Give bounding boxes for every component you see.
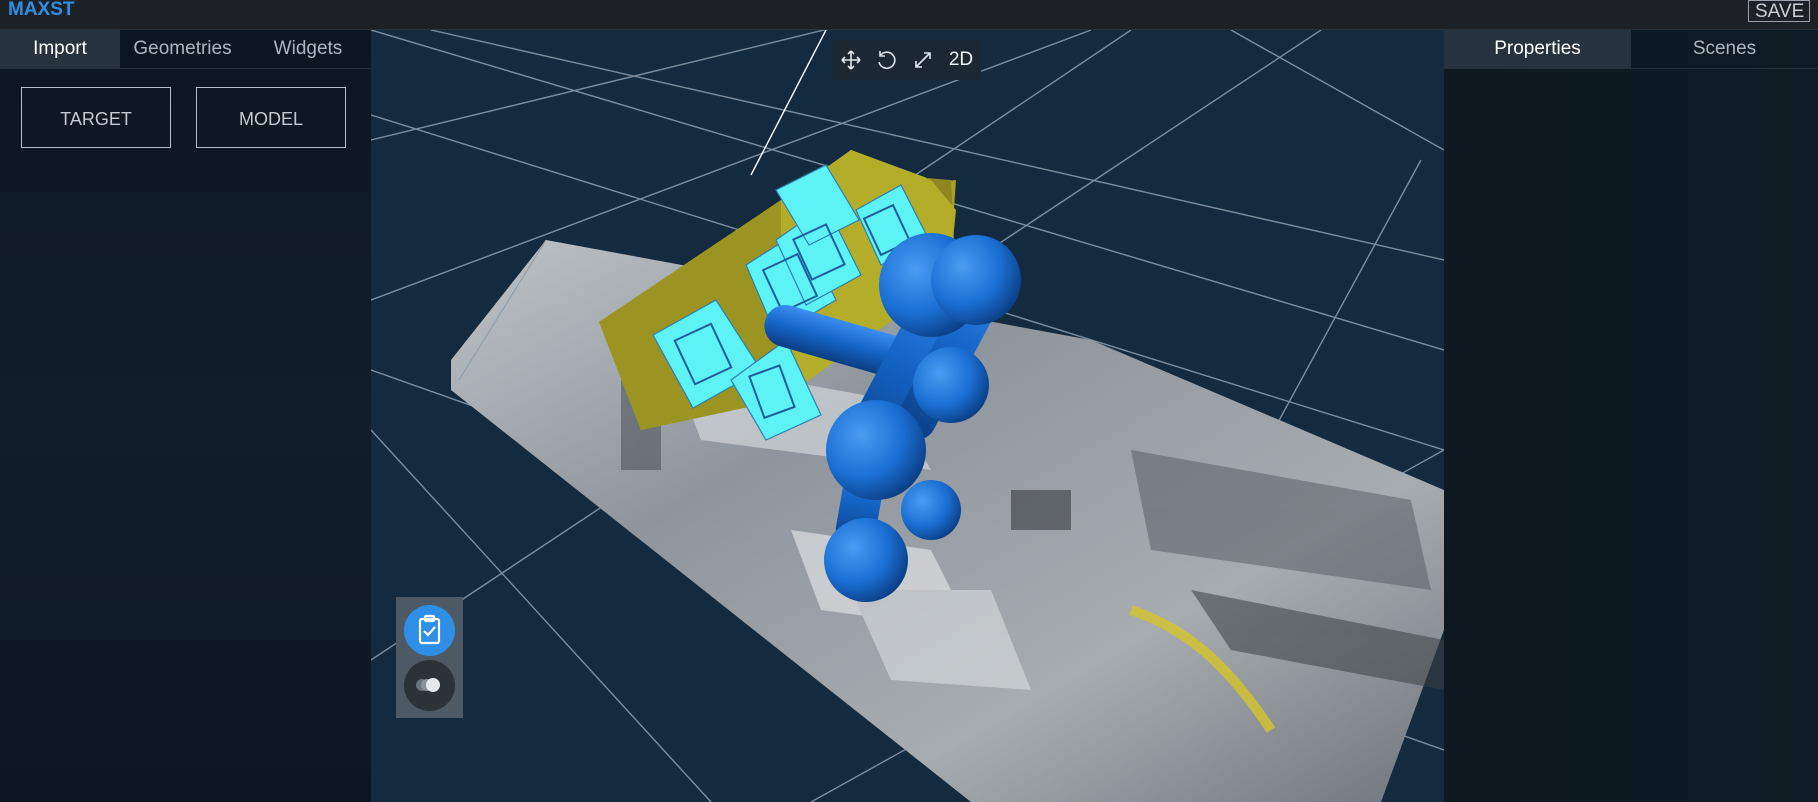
left-panel: Import Geometries Widgets TARGET MODEL bbox=[0, 30, 371, 802]
transform-toolbar: 2D bbox=[833, 40, 981, 80]
mode-label: 2D bbox=[948, 49, 974, 70]
model-button[interactable]: MODEL bbox=[196, 87, 346, 148]
target-button[interactable]: TARGET bbox=[21, 87, 171, 148]
axis-line bbox=[750, 30, 827, 176]
brand-logo: MAXST bbox=[8, 0, 75, 20]
clipboard-check-icon[interactable] bbox=[404, 605, 455, 656]
tab-import[interactable]: Import bbox=[0, 30, 120, 68]
widget-float-panel bbox=[396, 597, 463, 718]
scene-viewport[interactable]: 2D bbox=[371, 30, 1444, 802]
scene-canvas[interactable] bbox=[371, 30, 1444, 802]
right-panel: Properties Scenes bbox=[1444, 30, 1818, 802]
move-icon[interactable] bbox=[833, 40, 869, 80]
tab-scenes[interactable]: Scenes bbox=[1631, 30, 1818, 68]
scale-icon[interactable] bbox=[905, 40, 941, 80]
left-tab-bar: Import Geometries Widgets bbox=[0, 30, 371, 69]
top-bar: MAXST SAVE bbox=[0, 0, 1818, 30]
save-button[interactable]: SAVE bbox=[1748, 0, 1810, 22]
tab-widgets[interactable]: Widgets bbox=[245, 30, 371, 68]
right-tab-bar: Properties Scenes bbox=[1444, 30, 1818, 69]
tab-geometries[interactable]: Geometries bbox=[120, 30, 245, 68]
rotate-icon[interactable] bbox=[869, 40, 905, 80]
toggle-icon[interactable] bbox=[404, 660, 455, 711]
tab-properties[interactable]: Properties bbox=[1444, 30, 1631, 68]
2d-toggle-button[interactable]: 2D bbox=[941, 40, 981, 80]
